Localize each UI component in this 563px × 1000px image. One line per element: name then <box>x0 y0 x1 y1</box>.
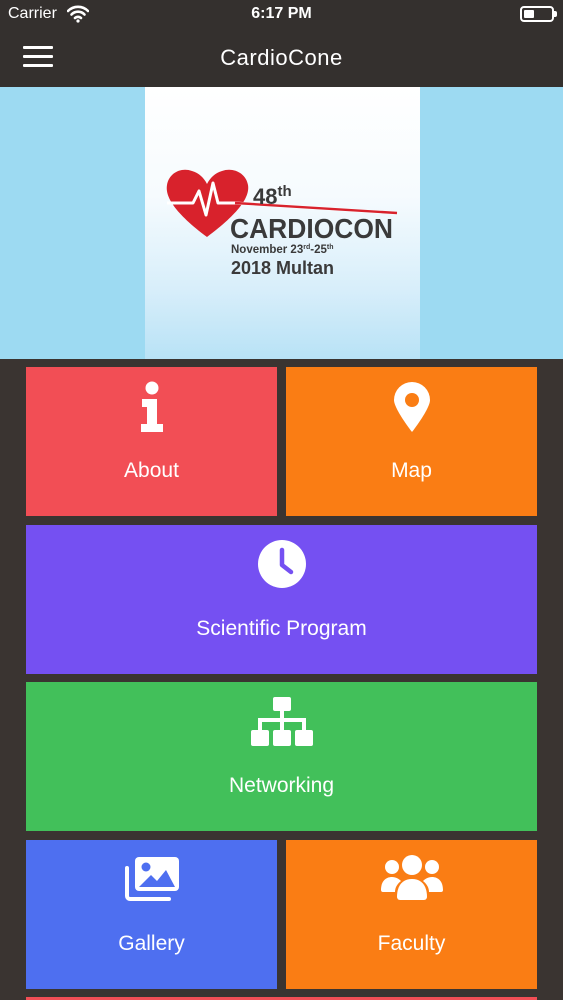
status-bar: Carrier 6:17 PM <box>0 0 563 30</box>
edition-number: 48 <box>253 184 277 209</box>
scientific-program-tile[interactable]: Scientific Program <box>26 525 537 674</box>
status-time: 6:17 PM <box>251 5 312 22</box>
networking-tile[interactable]: Networking <box>26 682 537 831</box>
edition-suffix: th <box>277 183 291 200</box>
gallery-tile[interactable]: Gallery <box>26 840 277 989</box>
images-icon <box>124 857 179 901</box>
banner-poster: 48th CARDIOCON November 23rd-25th 2018 M… <box>145 87 420 359</box>
faculty-tile[interactable]: Faculty <box>286 840 537 989</box>
map-label: Map <box>391 459 432 482</box>
networking-label: Networking <box>228 774 335 797</box>
map-marker-icon <box>393 382 430 432</box>
cardiocon-logo: 48th CARDIOCON November 23rd-25th 2018 M… <box>166 169 398 278</box>
event-year-city: 2018 Multan <box>231 258 334 278</box>
event-dates: November 23rd-25th <box>231 244 333 256</box>
menu-grid: About Map Scientific Program Networking <box>0 359 563 1000</box>
map-tile[interactable]: Map <box>286 367 537 516</box>
battery-icon <box>520 6 557 22</box>
about-label: About <box>124 459 179 482</box>
info-icon <box>140 381 163 432</box>
scientific-program-label: Scientific Program <box>196 617 367 640</box>
sitemap-icon <box>250 697 313 746</box>
app-title: CardioCone <box>220 45 343 70</box>
users-icon <box>380 855 443 900</box>
event-name: CARDIOCON <box>230 213 393 244</box>
faculty-label: Faculty <box>377 932 446 955</box>
nav-bar: CardioCone <box>0 30 563 87</box>
event-banner: 48th CARDIOCON November 23rd-25th 2018 M… <box>0 87 563 359</box>
about-tile[interactable]: About <box>26 367 277 516</box>
clock-icon <box>257 540 306 588</box>
gallery-label: Gallery <box>118 932 185 955</box>
